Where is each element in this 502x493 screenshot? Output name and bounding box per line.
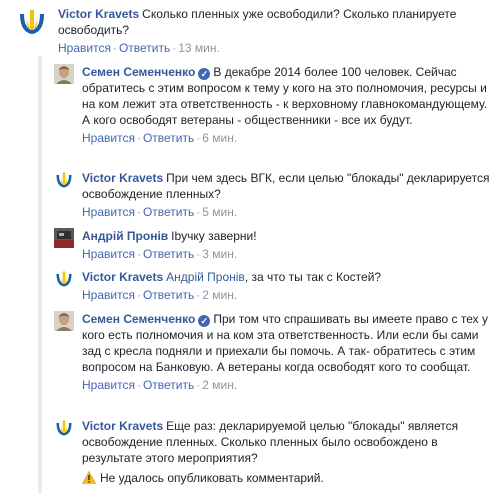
comment-timestamp[interactable]: 13 мин. xyxy=(178,41,220,55)
comment-body: , за что ты так с Костей? xyxy=(244,270,382,284)
comment-author[interactable]: Victor Kravets xyxy=(82,270,163,284)
comment-timestamp[interactable]: 2 мин. xyxy=(202,288,237,302)
trident-logo-icon xyxy=(16,6,48,38)
comment-text: Victor Kravets Сколько пленных уже освобо… xyxy=(58,6,496,38)
reply-thread-line xyxy=(38,56,42,493)
comment-actions: Нравится · Ответить · 2 мин. xyxy=(82,288,238,302)
comment-text: Victor Kravets При чем здесь ВГК, если це… xyxy=(82,170,496,202)
reply-link[interactable]: Ответить xyxy=(143,247,194,261)
comment-author[interactable]: Семен Семенченко xyxy=(82,312,195,326)
comment-text: Victor Kravets Еще раз: декларируемой цел… xyxy=(82,418,496,466)
like-link[interactable]: Нравится xyxy=(82,247,135,261)
reply-semenchenko-5: Семен Семенченко ✓ При том что спрашивать … xyxy=(54,311,496,411)
profile-photo-icon xyxy=(54,64,74,84)
comment-actions: Нравится · Ответить · 6 мин. xyxy=(82,131,238,145)
comment-timestamp[interactable]: 3 мин. xyxy=(202,247,237,261)
reply-victor-2: Victor Kravets При чем здесь ВГК, если це… xyxy=(54,170,496,222)
reply-proniv-3: Андрій Пронів Ibучку заверни! Нравится · От… xyxy=(54,228,496,264)
verified-badge-icon: ✓ xyxy=(198,315,211,327)
avatar-victor-kravets[interactable] xyxy=(54,170,74,190)
like-link[interactable]: Нравится xyxy=(82,378,135,392)
comment-timestamp[interactable]: 5 мин. xyxy=(202,205,237,219)
trident-logo-icon xyxy=(54,418,74,438)
comment-text: Семен Семенченко ✓ В декабре 2014 более 10… xyxy=(82,64,496,128)
comment-author[interactable]: Андрій Пронів xyxy=(82,229,168,243)
reply-semenchenko-1: Семен Семенченко ✓ В декабре 2014 более 10… xyxy=(54,64,496,164)
comment-actions: Нравится · Ответить · 3 мин. xyxy=(82,247,238,261)
trident-logo-icon xyxy=(54,170,74,190)
comment-author[interactable]: Семен Семенченко xyxy=(82,65,195,79)
error-text: Не удалось опубликовать комментарий. xyxy=(100,471,324,485)
profile-photo-icon xyxy=(54,228,74,248)
comment-text: Андрій Пронів Ibучку заверни! xyxy=(82,228,496,244)
comment-text: Семен Семенченко ✓ При том что спрашивать … xyxy=(82,311,496,375)
comment-author[interactable]: Victor Kravets xyxy=(82,171,163,185)
avatar-victor-kravets[interactable] xyxy=(54,418,74,438)
avatar-semenchenko[interactable] xyxy=(54,64,74,84)
reply-victor-failed: Victor Kravets Еще раз: декларируемой цел… xyxy=(54,418,496,490)
trident-logo-icon xyxy=(54,269,74,289)
reply-victor-4: Victor Kravets Андрій Пронів, за что ты т… xyxy=(54,269,496,305)
like-link[interactable]: Нравится xyxy=(82,288,135,302)
comment-actions: Нравится · Ответить · 5 мин. xyxy=(82,205,238,219)
comment-body: Ibучку заверни! xyxy=(171,229,257,243)
verified-badge-icon: ✓ xyxy=(198,68,211,80)
avatar-semenchenko[interactable] xyxy=(54,311,74,331)
avatar-andrii-proniv[interactable] xyxy=(54,228,74,248)
comment-text: Victor Kravets Андрій Пронів, за что ты т… xyxy=(82,269,496,285)
avatar-victor-kravets[interactable] xyxy=(16,6,48,38)
like-link[interactable]: Нравится xyxy=(82,205,135,219)
comment-author[interactable]: Victor Kravets xyxy=(58,7,139,21)
comment-actions: Нравится · Ответить · 13 мин. xyxy=(58,41,220,55)
comment-victor-question: Victor Kravets Сколько пленных уже освобо… xyxy=(16,6,496,58)
profile-photo-icon xyxy=(54,311,74,331)
mention-link[interactable]: Андрій Пронів xyxy=(166,270,245,284)
comment-timestamp[interactable]: 2 мин. xyxy=(202,378,237,392)
reply-link[interactable]: Ответить xyxy=(143,288,194,302)
comment-timestamp[interactable]: 6 мин. xyxy=(202,131,237,145)
like-link[interactable]: Нравится xyxy=(58,41,111,55)
post-error-message: Не удалось опубликовать комментарий. xyxy=(82,470,496,486)
comment-author[interactable]: Victor Kravets xyxy=(82,419,163,433)
like-link[interactable]: Нравится xyxy=(82,131,135,145)
reply-link[interactable]: Ответить xyxy=(143,131,194,145)
comment-actions: Нравится · Ответить · 2 мин. xyxy=(82,378,238,392)
reply-link[interactable]: Ответить xyxy=(119,41,170,55)
reply-link[interactable]: Ответить xyxy=(143,205,194,219)
avatar-victor-kravets[interactable] xyxy=(54,269,74,289)
warning-triangle-icon xyxy=(82,471,96,484)
reply-link[interactable]: Ответить xyxy=(143,378,194,392)
